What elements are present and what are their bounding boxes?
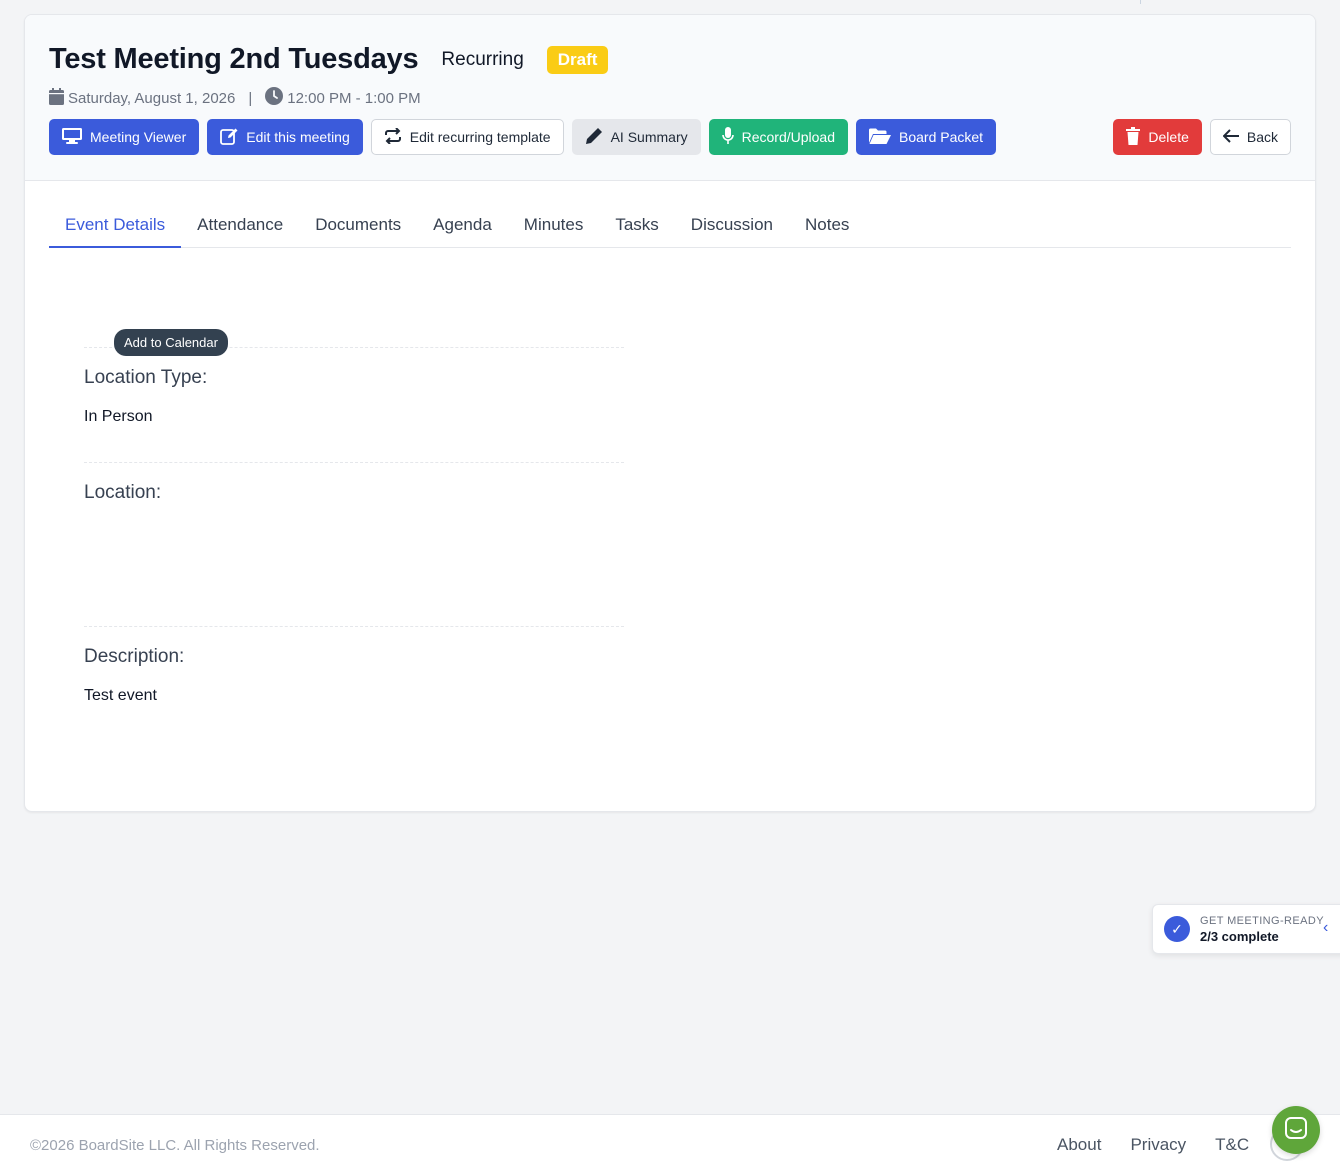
copyright: ©2026 BoardSite LLC. All Rights Reserved… bbox=[30, 1137, 320, 1154]
date-time-row: Saturday, August 1, 2026 | 12:00 PM - 1:… bbox=[49, 87, 421, 109]
title-row: Test Meeting 2nd Tuesdays Recurring Draf… bbox=[49, 43, 609, 76]
chevron-left-icon[interactable]: ‹ bbox=[1323, 919, 1328, 937]
meeting-tabs: Event Details Attendance Documents Agend… bbox=[49, 205, 1291, 248]
location-section: Location: bbox=[84, 462, 624, 626]
footer-links: About Privacy T&C bbox=[1057, 1135, 1249, 1155]
location-type-value: In Person bbox=[84, 408, 153, 425]
check-icon: ✓ bbox=[1164, 916, 1190, 942]
meeting-header: Test Meeting 2nd Tuesdays Recurring Draf… bbox=[25, 15, 1315, 181]
meeting-card: Test Meeting 2nd Tuesdays Recurring Draf… bbox=[24, 14, 1316, 812]
tab-agenda[interactable]: Agenda bbox=[417, 205, 508, 248]
add-to-calendar-button[interactable]: Add to Calendar bbox=[114, 329, 228, 356]
tab-attendance[interactable]: Attendance bbox=[181, 205, 299, 248]
clock-icon bbox=[265, 87, 287, 109]
meeting-date: Saturday, August 1, 2026 bbox=[68, 89, 236, 107]
tab-documents[interactable]: Documents bbox=[299, 205, 417, 248]
edit-recurring-label: Edit recurring template bbox=[409, 129, 551, 145]
footer-link-privacy[interactable]: Privacy bbox=[1130, 1135, 1186, 1155]
status-badge: Draft bbox=[546, 45, 609, 74]
meeting-ready-checklist[interactable]: ✓ GET MEETING-READY 2/3 complete ‹ bbox=[1152, 904, 1340, 954]
ai-summary-label: AI Summary bbox=[610, 129, 688, 145]
pencil-icon bbox=[585, 127, 603, 148]
tab-tasks[interactable]: Tasks bbox=[599, 205, 674, 248]
checklist-title: GET MEETING-READY bbox=[1200, 914, 1324, 927]
checklist-text: GET MEETING-READY 2/3 complete bbox=[1200, 915, 1324, 944]
chat-icon bbox=[1284, 1116, 1308, 1145]
description-section: Description: Test event bbox=[84, 626, 624, 746]
tab-event-details[interactable]: Event Details bbox=[49, 205, 182, 248]
description-value: Test event bbox=[84, 687, 157, 704]
meeting-viewer-button[interactable]: Meeting Viewer bbox=[49, 119, 200, 155]
edit-icon bbox=[220, 127, 238, 148]
top-divider bbox=[1140, 0, 1141, 4]
chat-launcher-button[interactable] bbox=[1272, 1106, 1320, 1154]
action-toolbar: Meeting Viewer Edit this meeting Edit re… bbox=[49, 119, 997, 155]
repeat-icon bbox=[384, 126, 402, 147]
page-footer: ©2026 BoardSite LLC. All Rights Reserved… bbox=[0, 1114, 1340, 1174]
record-upload-label: Record/Upload bbox=[741, 129, 835, 145]
edit-meeting-button[interactable]: Edit this meeting bbox=[207, 119, 363, 155]
footer-link-about[interactable]: About bbox=[1057, 1135, 1101, 1155]
record-upload-button[interactable]: Record/Upload bbox=[708, 119, 848, 155]
microphone-icon bbox=[721, 126, 734, 148]
secondary-toolbar: Delete Back bbox=[1113, 119, 1291, 155]
page-title: Test Meeting 2nd Tuesdays bbox=[49, 43, 419, 75]
board-packet-button[interactable]: Board Packet bbox=[856, 119, 997, 155]
back-label: Back bbox=[1246, 129, 1278, 145]
location-type-section: Location Type: In Person bbox=[84, 347, 624, 462]
edit-meeting-label: Edit this meeting bbox=[246, 129, 350, 145]
ai-summary-button[interactable]: AI Summary bbox=[571, 119, 701, 155]
arrow-left-icon bbox=[1222, 128, 1239, 146]
monitor-icon bbox=[62, 127, 82, 147]
tab-notes[interactable]: Notes bbox=[789, 205, 865, 248]
meeting-time: 12:00 PM - 1:00 PM bbox=[287, 89, 421, 107]
footer-link-terms[interactable]: T&C bbox=[1215, 1135, 1249, 1155]
location-type-label: Location Type: bbox=[84, 367, 208, 388]
meeting-viewer-label: Meeting Viewer bbox=[90, 129, 187, 145]
description-label: Description: bbox=[84, 646, 185, 667]
delete-label: Delete bbox=[1148, 129, 1189, 145]
location-label: Location: bbox=[84, 482, 162, 503]
date-separator: | bbox=[248, 89, 253, 107]
calendar-icon bbox=[49, 87, 68, 109]
tab-discussion[interactable]: Discussion bbox=[675, 205, 789, 248]
checklist-progress: 2/3 complete bbox=[1200, 928, 1279, 944]
back-button[interactable]: Back bbox=[1209, 119, 1291, 155]
trash-icon bbox=[1126, 126, 1141, 148]
folder-open-icon bbox=[869, 128, 891, 147]
board-packet-label: Board Packet bbox=[899, 129, 984, 145]
recurring-label: Recurring bbox=[441, 48, 524, 70]
delete-button[interactable]: Delete bbox=[1113, 119, 1202, 155]
edit-recurring-template-button[interactable]: Edit recurring template bbox=[370, 119, 564, 155]
tab-minutes[interactable]: Minutes bbox=[508, 205, 600, 248]
